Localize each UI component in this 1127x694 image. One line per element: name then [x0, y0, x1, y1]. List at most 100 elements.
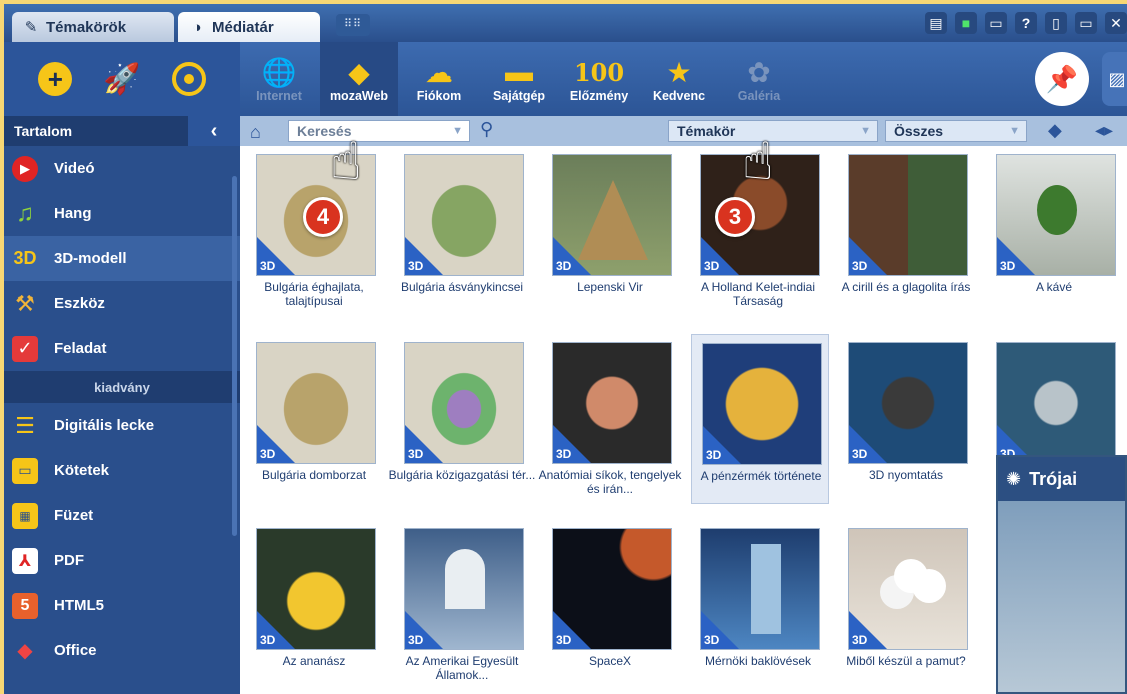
sidebar-item-3d-modell[interactable]: 3D 3D-modell [4, 236, 240, 281]
sidebar-item-eszkoz[interactable]: ⚒ Eszköz [4, 281, 240, 326]
nav-arrows-icon[interactable]: ◂▸ [1095, 120, 1113, 141]
toolbar-label: Kedvenc [652, 89, 706, 103]
layout-icon[interactable]: ▤ [925, 12, 947, 34]
pin-icon: 📌 [1045, 63, 1079, 94]
sidebar-subheader: kiadvány [4, 371, 240, 403]
grid-dots-button[interactable]: ⠿⠿ [336, 14, 370, 36]
sidebar-item-pdf[interactable]: ⅄ PDF [4, 538, 240, 583]
media-caption: Az ananász [282, 654, 346, 668]
toolbar-label: Galéria [737, 89, 781, 103]
toolbar-internet[interactable]: 🌐 Internet [240, 42, 318, 116]
toolbar-mozaweb[interactable]: ◆ mozaWeb [320, 42, 398, 116]
media-card[interactable]: 3D Mérnöki baklövések [684, 520, 820, 694]
media-caption: Miből készül a pamut? [846, 654, 966, 668]
picture-button[interactable]: ▨ [1102, 52, 1127, 106]
media-thumbnail: 3D [404, 528, 524, 650]
sidebar-item-hang[interactable]: ♫ Hang [4, 191, 240, 236]
3d-badge-label: 3D [260, 447, 276, 461]
media-caption: Bulgária éghajlata, talajtípusai [264, 280, 364, 308]
sidebar-item-fuzet[interactable]: ▦ Füzet [4, 493, 240, 538]
mediatar-icon: ◑ [192, 18, 202, 36]
3d-badge-label: 3D [556, 447, 572, 461]
media-thumbnail: 3D [552, 528, 672, 650]
tab-mediatar[interactable]: ◑ Médiatár [178, 12, 320, 42]
toolbar-galeria[interactable]: ✿ Galéria [720, 42, 798, 116]
3d-badge-label: 3D [852, 633, 868, 647]
media-card[interactable]: 3D Anatómiai síkok, tengelyek és irán... [536, 334, 681, 512]
topic-select-value: Témakör [677, 123, 736, 139]
toolbar-kedvenc[interactable]: ★ Kedvenc [640, 42, 718, 116]
maximize-icon[interactable]: ▭ [1075, 12, 1097, 34]
media-thumbnail: 3D [256, 528, 376, 650]
sidebar-item-html5[interactable]: 5 HTML5 [4, 583, 240, 628]
sidebar-item-feladat[interactable]: ✓ Feladat [4, 326, 240, 371]
diamond-nav-icon[interactable]: ◆ [1048, 120, 1062, 141]
sidebar-item-video[interactable]: ▶ Videó [4, 146, 240, 191]
plus-icon[interactable]: + [38, 62, 73, 96]
sidebar-item-label: Eszköz [54, 295, 105, 312]
monitor-icon: ▬ [505, 56, 533, 87]
media-card[interactable]: 3D Lepenski Vir [536, 146, 672, 324]
loading-popup[interactable]: ✺ Trójai [996, 455, 1127, 694]
collapse-sidebar-button[interactable]: ‹ [188, 116, 240, 146]
sidebar-scrollbar[interactable] [232, 176, 237, 536]
rocket-icon[interactable]: 🚀 [103, 62, 140, 96]
media-caption: 3D nyomtatás [868, 468, 944, 482]
sidebar-item-kotetek[interactable]: ▭ Kötetek [4, 448, 240, 493]
sidebar-header: Tartalom ‹ [4, 116, 240, 146]
sidebar-item-office[interactable]: ◆ Office [4, 628, 240, 673]
3d-badge-label: 3D [408, 447, 424, 461]
dropdown-arrow-icon[interactable]: ▼ [452, 121, 463, 141]
media-card[interactable]: 3D 3D nyomtatás [832, 334, 968, 512]
cloud-lock-icon: ☁ [425, 56, 453, 88]
toolbar-label: Előzmény [569, 89, 629, 103]
close-icon[interactable]: ✕ [1105, 12, 1127, 34]
lesson-icon: ☰ [15, 412, 35, 438]
chevron-left-icon: ‹ [210, 119, 218, 142]
media-caption: A Holland Kelet-indiai Társaság [700, 280, 816, 308]
media-card[interactable]: 3D A cirill és a glagolita írás [832, 146, 970, 324]
sidebar-item-label: Videó [54, 160, 95, 177]
app-window: ✎ Témakörök ◑ Médiatár ⠿⠿ ▤ ■ ▭ ? ▯ ▭ ✕ … [0, 0, 1127, 694]
minimize-icon[interactable]: ▯ [1045, 12, 1067, 34]
media-card[interactable]: 3D Az Amerikai Egyesült Államok... [388, 520, 524, 694]
3d-badge-label: 3D [1000, 259, 1016, 273]
tab-temakorok[interactable]: ✎ Témakörök [12, 12, 174, 42]
media-thumbnail: 3D [256, 342, 376, 464]
media-thumbnail: 3D [404, 154, 524, 276]
video-icon: ▶ [12, 155, 38, 182]
media-card[interactable]: 3D SpaceX [536, 520, 672, 694]
globe-icon: 🌐 [261, 56, 297, 88]
media-card[interactable]: 3D A pénzérmék története [691, 334, 829, 504]
screen-icon[interactable]: ▭ [985, 12, 1007, 34]
media-card[interactable]: 3D Miből készül a pamut? [832, 520, 968, 694]
sidebar-item-label: Office [54, 642, 97, 659]
sidebar-item-digitalis-lecke[interactable]: ☰ Digitális lecke [4, 403, 240, 448]
target-icon[interactable] [171, 62, 206, 96]
office-icon: ◆ [17, 640, 33, 662]
media-card[interactable]: 3D Az ananász [240, 520, 376, 694]
3d-badge-label: 3D [706, 448, 722, 462]
sidebar-item-label: Digitális lecke [54, 417, 155, 434]
scope-select-value: Összes [894, 123, 944, 139]
media-card[interactable]: 3D Bulgária ásványkincsei [388, 146, 524, 324]
home-icon[interactable]: ⌂ [250, 122, 272, 142]
toolbar-sajatgep[interactable]: ▬ Sajátgép [480, 42, 558, 116]
media-thumbnail: 3D [848, 528, 968, 650]
title-bar: ✎ Témakörök ◑ Médiatár ⠿⠿ ▤ ■ ▭ ? ▯ ▭ ✕ [4, 4, 1127, 42]
media-caption: Lepenski Vir [577, 280, 643, 294]
html5-icon: 5 [12, 592, 38, 619]
toolbar-elozmeny[interactable]: 100 Előzmény [560, 42, 638, 116]
sidebar-item-label: Hang [54, 205, 92, 222]
search-icon[interactable]: ⚲ [480, 119, 493, 140]
media-card[interactable]: 3D Bulgária domborzat [240, 334, 376, 512]
main-toolbar: 🌐 Internet ◆ mozaWeb ☁ Fiókom ▬ Sajátgép… [240, 42, 1127, 116]
media-card[interactable]: 3D Bulgária közigazgatási tér... [388, 334, 535, 512]
media-card[interactable]: 3D A kávé [980, 146, 1116, 324]
scope-select[interactable]: Összes ▼ [885, 120, 1027, 142]
help-icon[interactable]: ? [1015, 12, 1037, 34]
toolbar-label: mozaWeb [329, 89, 389, 103]
media-caption: Bulgária ásványkincsei [400, 280, 524, 294]
pin-button[interactable]: 📌 [1035, 52, 1089, 106]
toolbar-fiokom[interactable]: ☁ Fiókom [400, 42, 478, 116]
